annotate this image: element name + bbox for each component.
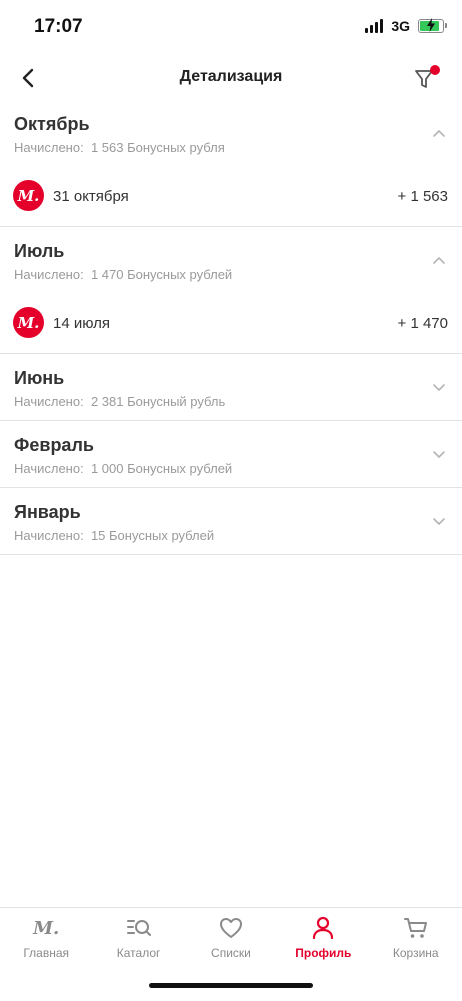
entry-amount: + 1 470 (397, 315, 448, 332)
status-indicators: 3G (365, 18, 447, 34)
home-indicator (149, 983, 313, 988)
chevron-up-icon (433, 130, 445, 137)
month-header[interactable]: Июль Начислено: 1 470 Бонусных рублей (0, 227, 462, 293)
entry-amount: + 1 563 (397, 188, 448, 205)
month-name: Июнь (14, 368, 65, 388)
chevron-down-icon (433, 518, 445, 525)
bonus-entry-row: М. 14 июля + 1 470 (0, 293, 462, 353)
bonus-history-list: Октябрь Начислено: 1 563 Бонусных рубля … (0, 100, 462, 555)
status-bar: 17:07 3G (0, 0, 462, 56)
entry-date: 31 октября (53, 188, 129, 205)
header: Детализация (0, 56, 462, 100)
page-title: Детализация (179, 68, 283, 85)
nav-cart[interactable]: Корзина (371, 916, 461, 960)
store-logo-icon: М. (13, 180, 44, 211)
signal-icon (365, 19, 384, 33)
entry-date: 14 июля (53, 315, 111, 332)
nav-label: Списки (211, 946, 251, 960)
nav-label: Корзина (392, 946, 439, 960)
bonus-entry-row: М. 31 октября + 1 563 (0, 166, 462, 226)
month-section-february: Февраль Начислено: 1 000 Бонусных рублей (0, 421, 462, 488)
nav-catalog[interactable]: Каталог (94, 916, 184, 960)
cart-icon (403, 916, 429, 940)
month-header[interactable]: Июнь Начислено: 2 381 Бонусный рубль (0, 354, 462, 420)
heart-icon (219, 916, 243, 940)
nav-label: Каталог (116, 946, 161, 960)
month-header[interactable]: Февраль Начислено: 1 000 Бонусных рублей (0, 421, 462, 487)
month-name: Октябрь (14, 114, 90, 134)
nav-label: Главная (23, 946, 70, 960)
store-logo-icon: М. (13, 307, 44, 338)
chevron-down-icon (433, 384, 445, 391)
profile-icon (312, 916, 334, 940)
month-section-october: Октябрь Начислено: 1 563 Бонусных рубля … (0, 100, 462, 227)
filter-button[interactable] (410, 62, 442, 94)
filter-badge (430, 65, 440, 75)
chevron-up-icon (433, 257, 445, 264)
month-summary: Начислено: 1 470 Бонусных рублей (14, 267, 233, 282)
month-summary: Начислено: 2 381 Бонусный рубль (14, 394, 226, 409)
month-summary: Начислено: 15 Бонусных рублей (14, 528, 215, 543)
m-logo-icon: М. (33, 917, 60, 939)
nav-label: Профиль (295, 946, 352, 960)
status-time: 17:07 (34, 16, 83, 37)
network-type: 3G (391, 18, 410, 34)
month-section-january: Январь Начислено: 15 Бонусных рублей (0, 488, 462, 555)
month-name: Январь (14, 502, 81, 522)
nav-home[interactable]: М. Главная (1, 916, 91, 961)
nav-profile[interactable]: Профиль (278, 916, 368, 960)
month-name: Февраль (14, 435, 94, 455)
month-section-july: Июль Начислено: 1 470 Бонусных рублей М.… (0, 227, 462, 354)
month-summary: Начислено: 1 000 Бонусных рублей (14, 461, 233, 476)
month-header[interactable]: Октябрь Начислено: 1 563 Бонусных рубля (0, 100, 462, 166)
month-name: Июль (14, 241, 65, 261)
chevron-down-icon (433, 451, 445, 458)
nav-lists[interactable]: Списки (186, 916, 276, 960)
month-section-june: Июнь Начислено: 2 381 Бонусный рубль (0, 354, 462, 421)
battery-icon (418, 18, 447, 33)
month-header[interactable]: Январь Начислено: 15 Бонусных рублей (0, 488, 462, 554)
catalog-search-icon (126, 916, 152, 940)
month-summary: Начислено: 1 563 Бонусных рубля (14, 140, 225, 155)
